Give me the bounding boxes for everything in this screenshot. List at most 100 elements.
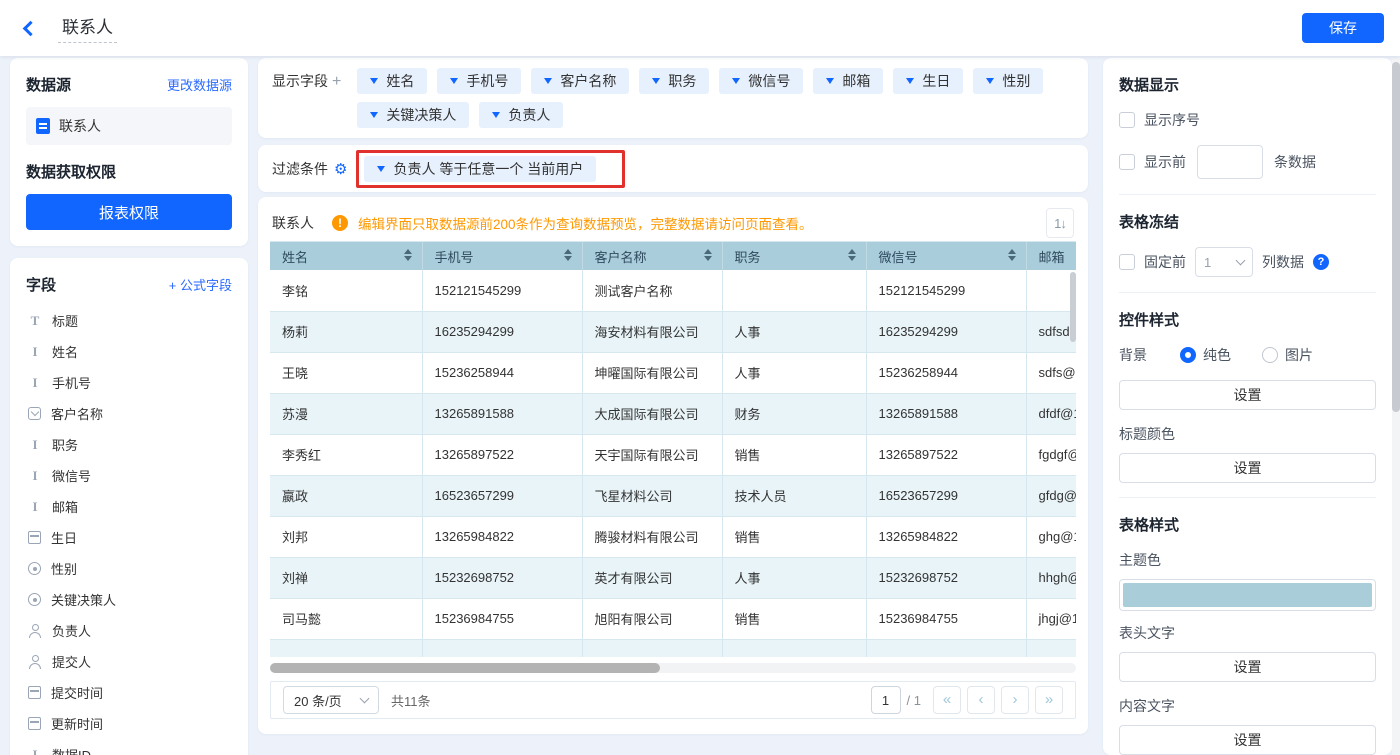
add-display-field-button[interactable]: + [332, 73, 341, 90]
table-vertical-scrollbar[interactable] [1070, 272, 1076, 342]
table-row[interactable]: 苏漫13265891588大成国际有限公司财务13265891588dfdf@1 [270, 393, 1076, 434]
fields-heading: 字段 [26, 274, 56, 295]
table-row[interactable]: 王晓15236258944坤曜国际有限公司人事15236258944sdfs@1 [270, 352, 1076, 393]
help-icon[interactable] [1313, 254, 1329, 270]
gear-icon[interactable] [334, 160, 347, 178]
header-text-set-button[interactable]: 设置 [1119, 652, 1376, 682]
show-index-checkbox[interactable] [1119, 112, 1135, 128]
display-field-chip[interactable]: 生日 [893, 68, 963, 94]
table-cell: 旭阳有限公司 [582, 598, 722, 639]
column-header[interactable]: 微信号 [866, 242, 1026, 270]
sort-icon[interactable] [848, 249, 856, 261]
field-item[interactable]: 生日 [26, 522, 232, 553]
datasource-card: 数据源 更改数据源 联系人 数据获取权限 报表权限 [10, 58, 248, 246]
page-title[interactable]: 联系人 [58, 13, 117, 43]
column-header[interactable]: 邮箱 [1026, 242, 1076, 270]
field-item[interactable]: 数据ID [26, 739, 232, 755]
table-cell: 13265897522 [866, 434, 1026, 475]
sort-icon[interactable] [704, 249, 712, 261]
theme-color-picker[interactable] [1119, 579, 1376, 611]
sort-icon[interactable] [404, 249, 412, 261]
column-header-label: 姓名 [282, 250, 308, 265]
display-field-chip[interactable]: 邮箱 [813, 68, 883, 94]
table-cell: 16523657299 [866, 475, 1026, 516]
field-item[interactable]: 标题 [26, 305, 232, 336]
first-page-button[interactable] [933, 686, 961, 714]
filter-condition-chip[interactable]: 负责人 等于任意一个 当前用户 [364, 156, 596, 182]
field-item[interactable]: 邮箱 [26, 491, 232, 522]
display-field-chip[interactable]: 关键决策人 [357, 102, 469, 128]
last-page-button[interactable] [1035, 686, 1063, 714]
current-page-input[interactable]: 1 [871, 686, 901, 714]
field-item-label: 负责人 [52, 621, 91, 640]
divider [1119, 292, 1376, 293]
fix-columns-select[interactable]: 1 [1195, 247, 1253, 277]
image-radio[interactable] [1262, 347, 1278, 363]
field-item[interactable]: 手机号 [26, 367, 232, 398]
field-item[interactable]: 提交时间 [26, 677, 232, 708]
table-row[interactable]: 李铭152121545299测试客户名称152121545299 [270, 270, 1076, 311]
display-field-chip[interactable]: 姓名 [357, 68, 427, 94]
display-field-chip[interactable]: 职务 [639, 68, 709, 94]
solid-color-radio[interactable] [1180, 347, 1196, 363]
table-cell: 腾骏材料有限公司 [582, 516, 722, 557]
table-horizontal-scrollbar[interactable] [270, 663, 1076, 673]
permission-heading: 数据获取权限 [26, 161, 232, 182]
field-item[interactable]: 职务 [26, 429, 232, 460]
table-cell: 13265891588 [866, 393, 1026, 434]
field-item[interactable]: 微信号 [26, 460, 232, 491]
table-row[interactable]: 李秀红13265897522天宇国际有限公司销售13265897522fgdgf… [270, 434, 1076, 475]
add-formula-field-link[interactable]: + 公式字段 [169, 275, 232, 294]
show-first-count-input[interactable] [1197, 145, 1263, 179]
window-scrollbar[interactable] [1392, 58, 1400, 755]
field-item[interactable]: 客户名称 [26, 398, 232, 429]
field-item[interactable]: 提交人 [26, 646, 232, 677]
table-row[interactable]: 刘禅15232698752英才有限公司人事15232698752hhgh@ [270, 557, 1076, 598]
table-row[interactable]: 刘邦13265984822腾骏材料有限公司销售13265984822ghg@16 [270, 516, 1076, 557]
prev-page-button[interactable] [967, 686, 995, 714]
field-item[interactable]: 姓名 [26, 336, 232, 367]
show-first-checkbox[interactable] [1119, 154, 1135, 170]
back-button[interactable] [16, 14, 44, 42]
next-page-button[interactable] [1001, 686, 1029, 714]
column-header[interactable]: 姓名 [270, 242, 422, 270]
column-header-label: 微信号 [879, 250, 918, 265]
display-field-chip[interactable]: 客户名称 [531, 68, 629, 94]
field-item[interactable]: 关键决策人 [26, 584, 232, 615]
field-item[interactable]: 负责人 [26, 615, 232, 646]
sort-icon[interactable] [1008, 249, 1016, 261]
fix-columns-checkbox[interactable] [1119, 254, 1135, 270]
background-set-button[interactable]: 设置 [1119, 380, 1376, 410]
sort-order-button[interactable] [1046, 208, 1074, 238]
report-permission-button[interactable]: 报表权限 [26, 194, 232, 230]
table-row[interactable]: 司马懿15236984755旭阳有限公司销售15236984755jhgj@16 [270, 598, 1076, 639]
sort-icon[interactable] [564, 249, 572, 261]
column-header[interactable]: 手机号 [422, 242, 582, 270]
datasource-item[interactable]: 联系人 [26, 107, 232, 145]
display-field-chip[interactable]: 性别 [973, 68, 1043, 94]
column-header[interactable]: 职务 [722, 242, 866, 270]
display-field-chip[interactable]: 负责人 [479, 102, 563, 128]
title-color-set-button[interactable]: 设置 [1119, 453, 1376, 483]
save-button[interactable]: 保存 [1302, 13, 1384, 43]
table-row[interactable]: 嬴政16523657299飞星材料公司技术人员16523657299gfdg@1 [270, 475, 1076, 516]
display-field-chips: 姓名手机号客户名称职务微信号邮箱生日性别关键决策人负责人 [357, 68, 1047, 128]
change-datasource-link[interactable]: 更改数据源 [167, 75, 232, 94]
table-cell: 嬴政 [270, 475, 422, 516]
table-cell: 人事 [722, 311, 866, 352]
field-item[interactable]: 更新时间 [26, 708, 232, 739]
field-item[interactable]: 性别 [26, 553, 232, 584]
scrollbar-thumb[interactable] [270, 663, 660, 673]
page-size-select[interactable]: 20 条/页 [283, 686, 379, 714]
table-cell: 刘禅 [270, 557, 422, 598]
content-text-set-button[interactable]: 设置 [1119, 725, 1376, 755]
table-row[interactable] [270, 639, 1076, 657]
scrollbar-thumb[interactable] [1392, 62, 1400, 412]
column-header[interactable]: 客户名称 [582, 242, 722, 270]
display-field-chip[interactable]: 微信号 [719, 68, 803, 94]
table-row[interactable]: 杨莉16235294299海安材料有限公司人事16235294299sdfsd@ [270, 311, 1076, 352]
table-cell: 销售 [722, 516, 866, 557]
text-field-icon [28, 500, 42, 514]
chevron-down-icon [377, 166, 385, 172]
display-field-chip[interactable]: 手机号 [437, 68, 521, 94]
